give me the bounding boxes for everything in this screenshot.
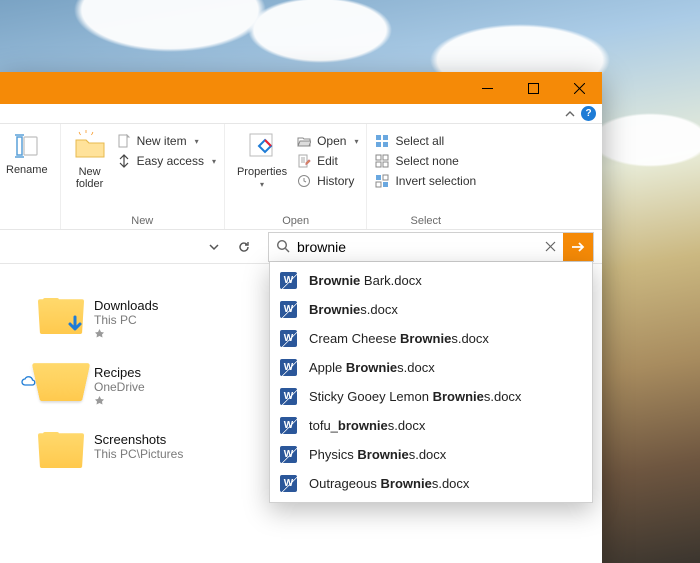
help-button[interactable]: ? bbox=[581, 106, 596, 121]
search-suggestion[interactable]: Physics Brownies.docx bbox=[270, 440, 592, 469]
pin-icon bbox=[94, 329, 158, 343]
group-label-select: Select bbox=[375, 213, 476, 227]
edit-icon bbox=[297, 154, 311, 168]
chevron-down-icon: ▾ bbox=[354, 137, 358, 146]
open-icon bbox=[297, 134, 311, 148]
edit-label: Edit bbox=[317, 154, 338, 168]
chevron-down-icon: ▾ bbox=[212, 157, 216, 166]
word-file-icon bbox=[280, 301, 297, 318]
quick-access-item[interactable]: RecipesOneDrive bbox=[40, 365, 210, 410]
properties-button[interactable]: Properties ▾ bbox=[233, 128, 291, 191]
search-suggestions: Brownie Bark.docx Brownies.docx Cream Chee… bbox=[269, 262, 593, 503]
close-button[interactable] bbox=[556, 72, 602, 104]
select-none-label: Select none bbox=[395, 154, 458, 168]
word-file-icon bbox=[280, 272, 297, 289]
pin-icon bbox=[94, 396, 145, 410]
easy-access-icon bbox=[117, 154, 131, 168]
maximize-button[interactable] bbox=[510, 72, 556, 104]
title-bar bbox=[0, 72, 602, 104]
group-label-new: New bbox=[69, 213, 216, 227]
group-label-open: Open bbox=[233, 213, 359, 227]
collapse-ribbon-button[interactable] bbox=[563, 107, 577, 121]
open-label: Open bbox=[317, 134, 346, 148]
new-folder-label: New folder bbox=[76, 166, 104, 190]
suggestion-text: Apple Brownies.docx bbox=[309, 360, 435, 375]
suggestion-text: tofu_brownies.docx bbox=[309, 418, 425, 433]
suggestion-text: Brownie Bark.docx bbox=[309, 273, 422, 288]
folder-icon bbox=[40, 432, 82, 468]
select-none-button[interactable]: Select none bbox=[375, 154, 476, 168]
item-title: Recipes bbox=[94, 365, 145, 380]
new-item-icon bbox=[117, 134, 131, 148]
rename-label: Rename bbox=[6, 164, 48, 176]
address-dropdown-button[interactable] bbox=[202, 235, 226, 259]
search-suggestion[interactable]: Sticky Gooey Lemon Brownies.docx bbox=[270, 382, 592, 411]
select-all-button[interactable]: Select all bbox=[375, 134, 476, 148]
search-suggestion[interactable]: Cream Cheese Brownies.docx bbox=[270, 324, 592, 353]
word-file-icon bbox=[280, 475, 297, 492]
quick-access-item[interactable]: DownloadsThis PC bbox=[40, 298, 210, 343]
word-file-icon bbox=[280, 330, 297, 347]
history-button[interactable]: History bbox=[297, 174, 358, 188]
suggestion-text: Physics Brownies.docx bbox=[309, 447, 446, 462]
word-file-icon bbox=[280, 388, 297, 405]
new-folder-button[interactable]: New folder bbox=[69, 128, 111, 192]
item-location: This PC\Pictures bbox=[94, 447, 183, 461]
search-suggestion[interactable]: Brownies.docx bbox=[270, 295, 592, 324]
quick-access-list: DownloadsThis PC RecipesOneDrive Screensho… bbox=[40, 298, 210, 468]
invert-selection-icon bbox=[375, 174, 389, 188]
folder-icon bbox=[40, 298, 82, 334]
search-suggestion[interactable]: Apple Brownies.docx bbox=[270, 353, 592, 382]
select-none-icon bbox=[375, 154, 389, 168]
item-title: Screenshots bbox=[94, 432, 183, 447]
minimize-button[interactable] bbox=[464, 72, 510, 104]
rename-button[interactable]: Rename bbox=[2, 128, 52, 178]
easy-access-label: Easy access bbox=[137, 154, 204, 168]
history-label: History bbox=[317, 174, 354, 188]
search-box: Brownie Bark.docxBrownies.docxCream Chee… bbox=[268, 232, 594, 262]
suggestion-text: Outrageous Brownies.docx bbox=[309, 476, 469, 491]
file-explorer-window: ? Rename bbox=[0, 72, 602, 563]
invert-selection-label: Invert selection bbox=[395, 174, 476, 188]
chevron-down-icon: ▾ bbox=[195, 137, 199, 146]
ribbon: Rename New folder bbox=[0, 124, 602, 230]
easy-access-button[interactable]: Easy access ▾ bbox=[117, 154, 216, 168]
item-title: Downloads bbox=[94, 298, 158, 313]
suggestion-text: Cream Cheese Brownies.docx bbox=[309, 331, 489, 346]
search-suggestion[interactable]: Brownie Bark.docx bbox=[270, 266, 592, 295]
history-icon bbox=[297, 174, 311, 188]
chevron-down-icon: ▾ bbox=[260, 180, 264, 189]
select-all-icon bbox=[375, 134, 389, 148]
properties-label: Properties bbox=[237, 166, 287, 178]
new-item-button[interactable]: New item ▾ bbox=[117, 134, 216, 148]
word-file-icon bbox=[280, 359, 297, 376]
address-bar: Brownie Bark.docxBrownies.docxCream Chee… bbox=[0, 230, 602, 264]
item-location: OneDrive bbox=[94, 380, 145, 394]
search-suggestion[interactable]: Outrageous Brownies.docx bbox=[270, 469, 592, 498]
folder-icon bbox=[40, 365, 82, 401]
search-input[interactable] bbox=[297, 233, 537, 261]
word-file-icon bbox=[280, 446, 297, 463]
search-icon bbox=[269, 239, 297, 254]
open-button[interactable]: Open ▾ bbox=[297, 134, 358, 148]
invert-selection-button[interactable]: Invert selection bbox=[375, 174, 476, 188]
ribbon-help-row: ? bbox=[0, 104, 602, 124]
new-item-label: New item bbox=[137, 134, 187, 148]
search-suggestion[interactable]: tofu_brownies.docx bbox=[270, 411, 592, 440]
clear-search-button[interactable] bbox=[537, 241, 563, 252]
refresh-button[interactable] bbox=[232, 235, 256, 259]
select-all-label: Select all bbox=[395, 134, 444, 148]
edit-button[interactable]: Edit bbox=[297, 154, 358, 168]
suggestion-text: Brownies.docx bbox=[309, 302, 398, 317]
suggestion-text: Sticky Gooey Lemon Brownies.docx bbox=[309, 389, 521, 404]
search-go-button[interactable] bbox=[563, 233, 593, 261]
quick-access-item[interactable]: ScreenshotsThis PC\Pictures bbox=[40, 432, 210, 468]
word-file-icon bbox=[280, 417, 297, 434]
item-location: This PC bbox=[94, 313, 158, 327]
